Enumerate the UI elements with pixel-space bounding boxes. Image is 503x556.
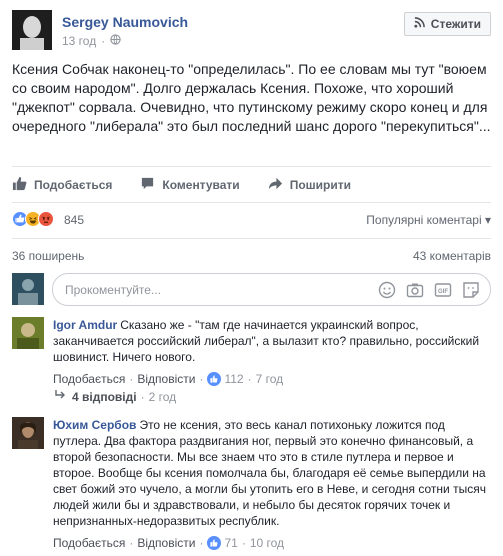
share-label: Поширити bbox=[289, 178, 351, 192]
post-meta: 13 год · bbox=[62, 34, 121, 48]
comment-label: Коментувати bbox=[162, 178, 240, 192]
view-replies[interactable]: 4 відповіді · 2 год bbox=[54, 389, 176, 404]
comment-composer: Прокоментуйте... GIF bbox=[12, 273, 491, 307]
comment-body: Юхим Сербов Это не ксения, это весь канал… bbox=[53, 417, 491, 551]
like-button[interactable]: Подобається bbox=[12, 174, 112, 196]
emoji-icon[interactable] bbox=[378, 281, 396, 304]
reply-arrow-icon bbox=[54, 389, 66, 404]
globe-icon bbox=[110, 34, 121, 48]
comment-time[interactable]: 10 год bbox=[250, 535, 284, 551]
divider bbox=[12, 238, 491, 239]
comments-count[interactable]: 43 коментарів bbox=[413, 249, 491, 263]
comment-time[interactable]: 7 год bbox=[256, 371, 284, 387]
commenter-name[interactable]: Юхим Сербов bbox=[53, 418, 136, 432]
thumbs-up-icon bbox=[207, 536, 222, 550]
composer-tools: GIF bbox=[378, 281, 480, 304]
comment-text: Это не ксения, это весь канал потихоньку… bbox=[53, 418, 486, 528]
replies-count[interactable]: 4 відповіді bbox=[72, 390, 137, 404]
post-author[interactable]: Sergey Naumovich bbox=[62, 14, 188, 30]
divider bbox=[12, 166, 491, 167]
post-actions: Подобається Коментувати Поширити bbox=[12, 174, 491, 196]
angry-reaction-icon bbox=[38, 211, 54, 227]
comment-button[interactable]: Коментувати bbox=[140, 174, 240, 196]
post-stats: 36 поширень 43 коментарів bbox=[12, 249, 491, 263]
reactions-bar: 845 Популярні коментарі ▾ bbox=[12, 211, 491, 229]
follow-label: Стежити bbox=[430, 17, 481, 31]
comment-like-button[interactable]: Подобається bbox=[53, 371, 125, 387]
rss-icon bbox=[414, 17, 425, 31]
comment-like-count[interactable]: 112 bbox=[224, 371, 243, 387]
commenter-avatar[interactable] bbox=[12, 317, 44, 349]
comment-meta: Подобається · Відповісти · 112 · 7 год bbox=[53, 371, 284, 387]
comment-reply-button[interactable]: Відповісти bbox=[137, 371, 195, 387]
comment-icon bbox=[140, 176, 155, 194]
post-time[interactable]: 13 год bbox=[62, 34, 96, 48]
reaction-count[interactable]: 845 bbox=[64, 213, 84, 227]
svg-text:GIF: GIF bbox=[438, 289, 448, 295]
divider bbox=[12, 202, 491, 203]
current-user-avatar bbox=[12, 273, 44, 305]
reaction-icons[interactable] bbox=[12, 211, 54, 227]
thumbs-up-icon bbox=[207, 372, 222, 386]
thumbs-up-icon bbox=[12, 176, 27, 194]
post-header: Sergey Naumovich 13 год · Стежити bbox=[12, 10, 491, 50]
commenter-avatar[interactable] bbox=[12, 417, 44, 449]
share-button[interactable]: Поширити bbox=[268, 174, 351, 196]
comment-body: Igor Amdur Сказано же - "там где начинает… bbox=[53, 317, 491, 387]
caret-down-icon: ▾ bbox=[484, 213, 491, 227]
comment-reply-button[interactable]: Відповісти bbox=[137, 535, 195, 551]
sticker-icon[interactable] bbox=[462, 281, 480, 304]
comment-like-count[interactable]: 71 bbox=[224, 535, 237, 551]
post-text: Ксения Собчак наконец-то "определилась".… bbox=[12, 61, 491, 134]
commenter-name[interactable]: Igor Amdur bbox=[53, 318, 117, 332]
comment-input[interactable]: Прокоментуйте... GIF bbox=[52, 273, 491, 306]
like-label: Подобається bbox=[34, 178, 113, 192]
comment-sort-dropdown[interactable]: Популярні коментарі ▾ bbox=[366, 213, 491, 227]
comment-sort-label: Популярні коментарі bbox=[366, 213, 482, 227]
replies-time: 2 год bbox=[148, 389, 177, 404]
shares-count[interactable]: 36 поширень bbox=[12, 249, 84, 263]
author-avatar[interactable] bbox=[12, 10, 52, 50]
gif-icon[interactable]: GIF bbox=[434, 281, 452, 304]
comment-like-button[interactable]: Подобається bbox=[53, 535, 125, 551]
comment-meta: Подобається · Відповісти · 71 · 10 год bbox=[53, 535, 285, 551]
camera-icon[interactable] bbox=[406, 281, 424, 304]
comment-placeholder: Прокоментуйте... bbox=[65, 283, 161, 297]
share-icon bbox=[268, 176, 283, 194]
follow-button[interactable]: Стежити bbox=[403, 12, 491, 36]
